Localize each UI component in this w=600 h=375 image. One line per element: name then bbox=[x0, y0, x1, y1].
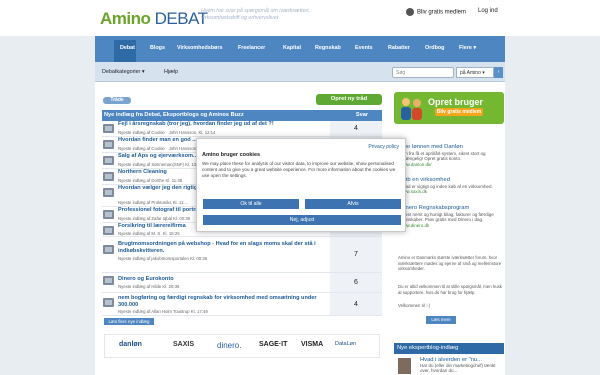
nav-active-indicator bbox=[114, 40, 136, 62]
thread-title[interactable]: Brugtmomsordningen på webshop - Hvad for… bbox=[118, 241, 328, 254]
table-row[interactable]: Dinero og Eurokonto Nyeste indlæg af Hil… bbox=[102, 273, 382, 293]
thread-title[interactable]: Fejl i årsregnskab (tror jeg), hvordan f… bbox=[118, 121, 328, 128]
thread-meta: Nyeste indlæg af Proktoniks Kl. 11:... bbox=[118, 200, 189, 205]
nav-rabatter[interactable]: Rabatter bbox=[388, 45, 410, 51]
thread-meta: Nyeste indlæg af jakobmomsportalen Kl. 0… bbox=[118, 256, 208, 261]
thread-meta: Nyeste indlæg af Cookie · John Hansson, … bbox=[118, 130, 216, 135]
partner-logos: danløn SAXIS dinero. SAGE·IT VISMA DataL… bbox=[104, 334, 380, 358]
table-row[interactable]: Fejl i årsregnskab (tror jeg), hvordan f… bbox=[102, 121, 382, 137]
user-icon bbox=[406, 8, 414, 16]
sidebar-ads: Lær lønnen med Danløn Løn fra få et april… bbox=[394, 142, 504, 238]
table-row[interactable]: Brugtmomsordningen på webshop - Hvad for… bbox=[102, 237, 382, 273]
partner-logo[interactable]: DataLøn bbox=[335, 341, 356, 347]
reject-button[interactable]: Afvis bbox=[305, 199, 401, 209]
search-button[interactable]: › bbox=[494, 67, 503, 78]
nav-events[interactable]: Events bbox=[355, 45, 373, 51]
nav-blogs[interactable]: Blogs bbox=[150, 45, 165, 51]
thread-meta: Nyeste indlæg af Dorthe Kl. 11:48 bbox=[118, 178, 183, 183]
partner-logo[interactable]: VISMA bbox=[301, 341, 323, 348]
avatar bbox=[103, 210, 114, 219]
partner-logo[interactable]: dinero. bbox=[217, 341, 241, 350]
about-text: Amino er Danmarks største iværksætter fo… bbox=[398, 255, 502, 271]
site-header: Amino DEBAT Hvem har svar på spørgsmål o… bbox=[0, 0, 600, 36]
cookie-text: We may place these for analysis of our v… bbox=[202, 161, 396, 178]
search-scope-select[interactable]: på Amino ▾ bbox=[456, 67, 494, 78]
people-icon bbox=[401, 98, 422, 120]
adjust-button[interactable]: Nej, adjust bbox=[203, 215, 401, 225]
avatar bbox=[103, 188, 114, 197]
avatar bbox=[398, 358, 411, 374]
partner-logo[interactable]: SAXIS bbox=[173, 341, 194, 348]
expert-blog-item[interactable]: Hvad i alverden er "nu... Har du (eller … bbox=[394, 354, 504, 375]
site-logo[interactable]: Amino DEBAT bbox=[100, 9, 208, 29]
avatar bbox=[103, 172, 114, 181]
nav-freelancer[interactable]: Freelancer bbox=[238, 45, 265, 51]
partner-logo[interactable]: danløn bbox=[119, 341, 142, 348]
col-replies: Svar bbox=[355, 112, 368, 118]
thread-title[interactable]: Dinero og Eurokonto bbox=[118, 276, 328, 283]
reply-count: 7 bbox=[330, 237, 382, 272]
threads-table-header: Nye indlæg fra Debat, Eksportblogs og Am… bbox=[102, 110, 382, 121]
privacy-policy-link[interactable]: Privacy policy bbox=[368, 144, 399, 150]
thread-meta: Nyeste indlæg af Sønneman(SNF) Kl. 13:..… bbox=[118, 162, 201, 167]
nav-virksomhedsborse[interactable]: Virksomhedsbørs bbox=[177, 45, 222, 51]
cookie-dialog: Privacy policy Amino bruger cookies We m… bbox=[196, 138, 406, 232]
avatar bbox=[103, 276, 114, 285]
reply-count: 6 bbox=[330, 273, 382, 292]
about-signature: Velkommen til :-) bbox=[398, 303, 430, 308]
banner-title: Opret bruger bbox=[428, 97, 484, 107]
search-input[interactable]: Søg bbox=[392, 67, 454, 78]
about-text-2: Du er altid velkommen til at stille spør… bbox=[398, 284, 502, 295]
nav-kapital[interactable]: Kapital bbox=[283, 45, 301, 51]
nav-debat[interactable]: Debat bbox=[120, 45, 135, 51]
categories-dropdown[interactable]: Debatkategorier ▾ bbox=[102, 69, 145, 75]
reply-count: 4 bbox=[330, 293, 382, 315]
cookie-title: Amino bruger cookies bbox=[202, 152, 261, 158]
more-posts-button[interactable]: Læs flere nye indlæg bbox=[104, 318, 154, 325]
avatar bbox=[103, 124, 114, 133]
signup-banner[interactable]: Opret bruger Bliv gratis medlem bbox=[394, 92, 504, 124]
thread-meta: Nyeste indlæg af Cookie · John Hansson bbox=[118, 146, 197, 151]
avatar bbox=[103, 245, 114, 254]
table-row[interactable]: nem bogføring og færdigt regnskab for vi… bbox=[102, 293, 382, 316]
nav-ordbog[interactable]: Ordbog bbox=[425, 45, 444, 51]
tab-traade[interactable]: Tråde bbox=[103, 97, 131, 104]
ad-item[interactable]: Dinero Regnskabsprogram Opret nemt og hur… bbox=[400, 205, 498, 228]
partner-logo[interactable]: SAGE·IT bbox=[259, 341, 287, 348]
help-link[interactable]: Hjælp bbox=[164, 69, 178, 75]
ad-item[interactable]: Køb en virksomhed Hvad er vigtigt og inde… bbox=[400, 177, 498, 195]
thread-meta: Nyeste indlæg af M. S. Kl. 15:26 bbox=[118, 231, 180, 236]
threads-table-title: Nye indlæg fra Debat, Eksportblogs og Am… bbox=[104, 112, 244, 118]
nav-flere[interactable]: Flere ▾ bbox=[459, 45, 476, 51]
main-nav: Debat Blogs Virksomhedsbørs Freelancer K… bbox=[95, 36, 505, 62]
avatar bbox=[103, 226, 114, 235]
thread-meta: Nyeste indlæg af Zafar Iqbal Kl. 00:36 bbox=[118, 216, 191, 221]
avatar bbox=[103, 156, 114, 165]
nav-regnskab[interactable]: Regnskab bbox=[315, 45, 341, 51]
accept-all-button[interactable]: Ok til alle bbox=[203, 199, 299, 209]
site-tagline: Hvem har svar på spørgsmål om iværksætte… bbox=[201, 8, 310, 21]
expert-blog-header: Nye ekspertblog-indlæg bbox=[394, 343, 504, 354]
thread-title[interactable]: nem bogføring og færdigt regnskab for vi… bbox=[118, 295, 328, 308]
login-link[interactable]: Log ind bbox=[478, 8, 498, 14]
thread-meta: Nyeste indlæg af Hilde Kl. 20:36 bbox=[118, 284, 180, 289]
create-thread-button[interactable]: Opret ny tråd bbox=[316, 94, 382, 105]
signup-link[interactable]: Bliv gratis medlem bbox=[406, 8, 466, 16]
banner-subtitle: Bliv gratis medlem bbox=[435, 108, 483, 116]
reply-count: 4 bbox=[330, 121, 382, 136]
ad-item[interactable]: Lær lønnen med Danløn Løn fra få et april… bbox=[400, 144, 498, 167]
blog-snippet: Har du (eller din marketingchef) tænkt o… bbox=[420, 363, 496, 373]
avatar bbox=[103, 298, 114, 307]
avatar bbox=[103, 140, 114, 149]
read-more-button[interactable]: Læs mere bbox=[426, 316, 456, 324]
thread-meta: Nyeste indlæg af Allan Holm Toustrup Kl.… bbox=[118, 309, 208, 314]
